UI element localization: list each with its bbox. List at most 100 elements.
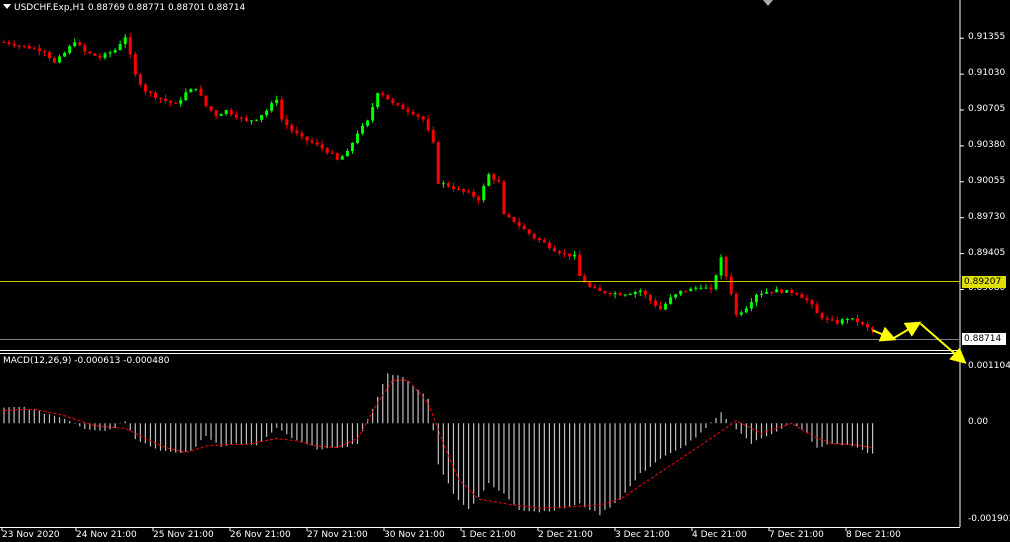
- candle-body: [315, 142, 319, 145]
- candle-body: [467, 191, 471, 193]
- candle-body: [244, 118, 248, 121]
- candle-body: [840, 319, 844, 324]
- candle-body: [255, 119, 258, 121]
- candle-body: [32, 48, 36, 50]
- candle-body: [795, 293, 799, 295]
- candle-body: [653, 300, 657, 306]
- candle-body: [810, 300, 814, 305]
- candle-body: [174, 102, 178, 104]
- time-axis-label: 4 Dec 21:00: [692, 530, 747, 540]
- candle-body: [285, 119, 289, 126]
- candle-body: [664, 303, 668, 310]
- candle-body: [724, 257, 728, 277]
- candle-body: [214, 110, 218, 116]
- candle-body: [189, 89, 193, 93]
- candle-body: [366, 120, 370, 126]
- candle-body: [320, 144, 324, 149]
- candle-body: [643, 290, 647, 295]
- candle-body: [68, 46, 72, 53]
- time-axis-label: 3 Dec 21:00: [615, 530, 670, 540]
- candle-body: [845, 319, 849, 321]
- candle-body: [462, 189, 466, 192]
- price-axis-tick: 0.89405: [968, 247, 1006, 258]
- time-axis-label: 27 Nov 21:00: [307, 530, 368, 540]
- candle-body: [820, 313, 824, 319]
- collapse-triangle-icon[interactable]: [3, 4, 11, 9]
- symbol-ohlc-text: USDCHF.Exp,H1 0.88769 0.88771 0.88701 0.…: [14, 3, 246, 13]
- candle-body: [507, 214, 511, 217]
- candle-body: [714, 275, 718, 290]
- candle-body: [694, 287, 698, 289]
- time-axis-label: 23 Nov 2020: [2, 530, 60, 540]
- candle-body: [386, 94, 390, 100]
- candle-body: [446, 183, 450, 187]
- price-axis-tick: 0.91030: [968, 68, 1006, 79]
- candle-body: [472, 191, 476, 197]
- candle-body: [830, 319, 834, 321]
- candle-body: [300, 133, 304, 137]
- candle-body: [482, 185, 486, 201]
- candle-body: [401, 104, 405, 110]
- candle-body: [598, 287, 602, 292]
- candle-body: [623, 294, 627, 296]
- candle-body: [234, 114, 238, 118]
- candle-body: [734, 293, 738, 315]
- price-axis-tick: 0.90380: [968, 139, 1006, 150]
- candle-body: [154, 92, 157, 98]
- candle-body: [103, 53, 107, 58]
- support-price-tag: 0.89207: [962, 276, 1006, 288]
- candle-body: [83, 45, 87, 52]
- candle-body: [780, 289, 784, 293]
- chart-canvas[interactable]: [0, 0, 1010, 542]
- candle-body: [749, 302, 753, 309]
- candle-body: [563, 253, 567, 255]
- candle-body: [431, 130, 435, 143]
- time-axis-label: 30 Nov 21:00: [384, 530, 445, 540]
- candle-body: [290, 125, 294, 131]
- candle-body: [295, 130, 299, 134]
- candle-body: [866, 323, 870, 328]
- current-price-tag: 0.88714: [962, 333, 1006, 345]
- candle-body: [537, 238, 541, 241]
- candle-body: [618, 293, 622, 296]
- candle-body: [73, 42, 77, 47]
- candle-body: [739, 312, 743, 315]
- candle-body: [416, 114, 420, 117]
- candle-body: [350, 142, 354, 152]
- candle-body: [825, 318, 829, 320]
- candle-body: [517, 221, 521, 226]
- candle-body: [527, 229, 531, 234]
- candle-body: [63, 52, 67, 57]
- candle-body: [406, 109, 410, 112]
- price-axis-tick: 0.91355: [968, 32, 1006, 43]
- candle-body: [593, 286, 597, 288]
- candle-body: [815, 304, 819, 314]
- candle-body: [502, 181, 506, 215]
- candle-body: [159, 97, 163, 99]
- candle-body: [497, 179, 501, 182]
- time-axis-label: 7 Dec 21:00: [769, 530, 824, 540]
- candle-body: [861, 322, 864, 324]
- candle-body: [689, 288, 693, 292]
- candle-body: [2, 42, 6, 44]
- candle-body: [381, 93, 385, 95]
- candle-body: [93, 53, 97, 56]
- price-axis-tick: 0.90055: [968, 175, 1006, 186]
- candle-body: [659, 305, 662, 310]
- candle-body: [578, 254, 582, 276]
- candle-body: [22, 45, 26, 47]
- candle-body: [229, 110, 233, 115]
- candle-body: [542, 240, 546, 243]
- candle-body: [770, 292, 774, 294]
- candle-body: [98, 55, 102, 58]
- chart-shift-marker[interactable]: [763, 0, 773, 6]
- candle-body: [143, 84, 147, 92]
- candle-body: [118, 44, 122, 50]
- time-axis-label: 25 Nov 21:00: [153, 530, 214, 540]
- candle-body: [133, 54, 137, 75]
- candle-body: [371, 106, 375, 121]
- candle-body: [47, 52, 51, 59]
- candle-body: [684, 290, 688, 292]
- candle-body: [305, 136, 309, 141]
- time-axis-label: 24 Nov 21:00: [76, 530, 137, 540]
